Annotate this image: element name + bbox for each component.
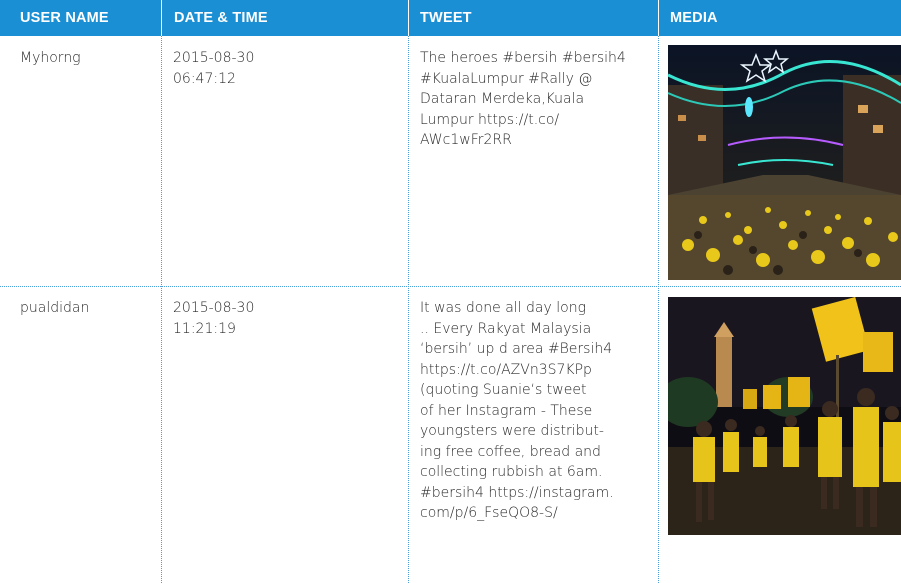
tweet-table: USER NAME DATE & TIME TWEET MEDIA Myhorn… xyxy=(0,0,901,583)
user-name[interactable]: Myhorng xyxy=(20,48,81,69)
header-date-time: DATE & TIME xyxy=(174,10,268,26)
tweet-text: It was done all day long .. Every Rakyat… xyxy=(420,300,614,521)
column-divider xyxy=(658,36,659,583)
rally-street-night-photo[interactable] xyxy=(668,45,901,280)
column-divider xyxy=(408,36,409,583)
column-divider xyxy=(161,36,162,583)
tweet-text: The heroes #bersih #bersih4 #KualaLumpur… xyxy=(420,50,626,148)
header-media: MEDIA xyxy=(670,10,718,26)
time: 11:21:19 xyxy=(173,320,236,337)
row-divider xyxy=(0,286,901,287)
date: 2015-08-30 xyxy=(173,300,255,316)
header-user-name: USER NAME xyxy=(20,10,109,26)
time: 06:47:12 xyxy=(173,70,236,87)
date: 2015-08-30 xyxy=(173,50,255,66)
protesters-placards-night-photo[interactable] xyxy=(668,297,901,535)
header-tweet: TWEET xyxy=(420,10,472,26)
user-name[interactable]: pualdidan xyxy=(20,298,89,319)
table-header: USER NAME DATE & TIME TWEET MEDIA xyxy=(0,0,901,36)
